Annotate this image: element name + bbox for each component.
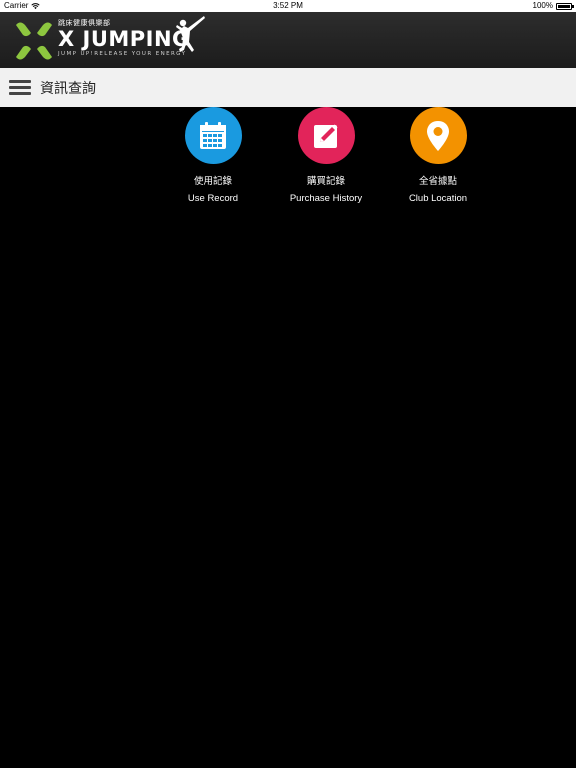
app-logo: 跳床健康俱樂部 X JUMPING JUMP UP!RELEASE YOUR E… — [14, 16, 214, 64]
logo-name: X JUMPING — [58, 27, 190, 51]
tile-label-zh: 使用記錄 — [193, 176, 232, 187]
tile-club-location[interactable]: 全省據點 Club Location — [382, 107, 494, 204]
status-bar: Carrier 3:52 PM 100% — [0, 0, 576, 12]
tile-label-en: Use Record — [187, 193, 239, 204]
x-logo-icon — [16, 22, 52, 60]
jumper-figure-icon — [176, 16, 205, 52]
edit-note-icon — [314, 124, 338, 148]
tile-label-en: Purchase History — [289, 193, 363, 204]
nav-bar: 資訊查詢 — [0, 68, 576, 107]
page-title: 資訊查詢 — [40, 81, 96, 97]
battery-percent: 100% — [532, 1, 553, 10]
tile-label-zh: 購買記錄 — [306, 176, 345, 187]
purchase-history-button[interactable] — [297, 107, 355, 164]
tile-purchase-history[interactable]: 購買記錄 Purchase History — [270, 107, 382, 204]
logo-tagline: JUMP UP!RELEASE YOUR ENERGY — [58, 51, 187, 57]
calendar-icon — [200, 121, 226, 149]
battery-icon — [556, 2, 574, 10]
clock: 3:52 PM — [273, 1, 303, 10]
use-record-button[interactable] — [184, 107, 242, 164]
brand-header: 跳床健康俱樂部 X JUMPING JUMP UP!RELEASE YOUR E… — [0, 12, 576, 68]
hamburger-menu-icon[interactable] — [9, 80, 31, 96]
tile-use-record[interactable]: 使用記錄 Use Record — [157, 107, 269, 204]
club-location-button[interactable] — [409, 107, 467, 164]
location-pin-icon — [427, 120, 449, 151]
tile-label-zh: 全省據點 — [418, 176, 457, 187]
tile-label-en: Club Location — [408, 193, 468, 204]
